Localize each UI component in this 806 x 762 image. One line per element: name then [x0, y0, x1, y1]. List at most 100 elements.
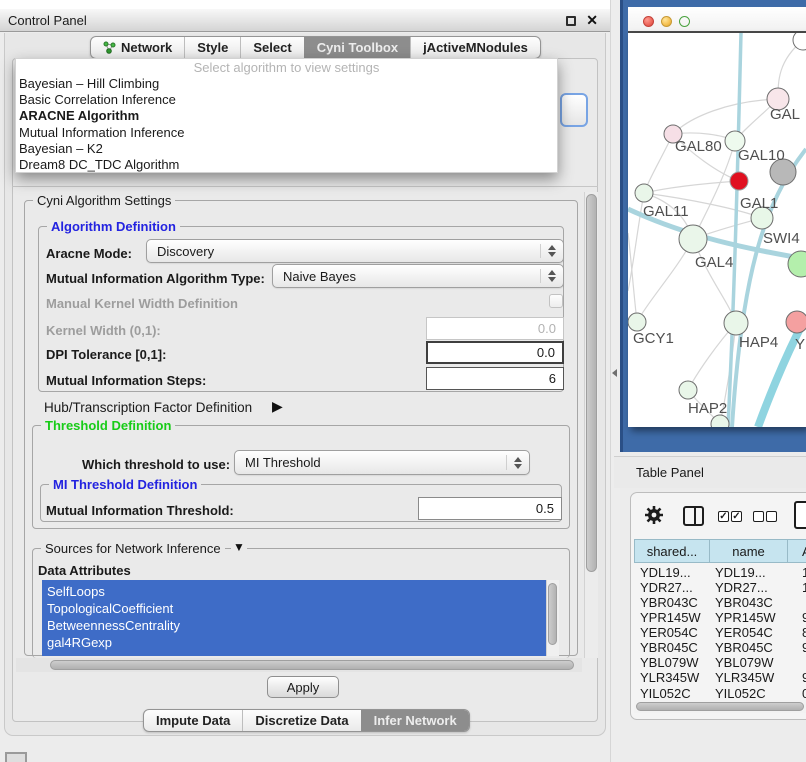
- menu-item-bayesian-k2[interactable]: Bayesian – K2: [16, 141, 557, 157]
- cell[interactable]: 9.: [788, 640, 806, 655]
- cell[interactable]: YDR27...: [634, 580, 709, 595]
- attribute-item[interactable]: gal4RGexp: [42, 634, 546, 651]
- cell[interactable]: YBL079W: [709, 655, 788, 670]
- node-salmon[interactable]: [786, 311, 806, 333]
- cell[interactable]: 13: [788, 565, 806, 580]
- tab-select[interactable]: Select: [240, 37, 303, 58]
- cell[interactable]: YER054C: [709, 625, 788, 640]
- gear-icon[interactable]: [644, 505, 664, 528]
- cell[interactable]: YBR043C: [709, 595, 788, 610]
- zoom-traffic-light-icon[interactable]: [679, 16, 690, 27]
- mi-steps-field[interactable]: 6: [426, 367, 564, 390]
- checked-checkbox-icon[interactable]: ✓: [718, 511, 729, 522]
- cell[interactable]: 9.: [788, 610, 806, 625]
- settings-vertical-scrollbar-thumb[interactable]: [586, 194, 597, 572]
- cell[interactable]: YLR345W: [709, 670, 788, 685]
- apply-button[interactable]: Apply: [267, 676, 339, 698]
- settings-horizontal-scrollbar[interactable]: [16, 658, 582, 672]
- settings-vertical-scrollbar[interactable]: [584, 192, 598, 658]
- table-row[interactable]: YBL079W YBL079W: [634, 655, 806, 670]
- manual-kernel-width-checkbox[interactable]: [549, 294, 563, 308]
- cell[interactable]: YPR145W: [709, 610, 788, 625]
- cell[interactable]: YPR145W: [634, 610, 709, 625]
- split-columns-icon[interactable]: [683, 506, 704, 526]
- close-traffic-light-icon[interactable]: [643, 16, 654, 27]
- attributes-scrollbar-thumb[interactable]: [548, 583, 557, 645]
- menu-item-bayesian-hill-climbing[interactable]: Bayesian – Hill Climbing: [16, 76, 557, 92]
- table-row[interactable]: YBR045C YBR045C 9.: [634, 640, 806, 655]
- kernel-width-field[interactable]: 0.0: [426, 317, 564, 340]
- cell[interactable]: YIL052C: [709, 687, 788, 700]
- network-canvas[interactable]: GAL GAL80 GAL10 GAL1 GAL11 SWI4 GAL4 GCY…: [628, 33, 806, 427]
- aracne-mode-combobox[interactable]: Discovery: [146, 239, 564, 263]
- hub-definition-label[interactable]: Hub/Transcription Factor Definition: [44, 400, 252, 415]
- node-gal11[interactable]: [635, 184, 653, 202]
- menu-item-mutual-information[interactable]: Mutual Information Inference: [16, 125, 557, 141]
- menu-item-dream8[interactable]: Dream8 DC_TDC Algorithm: [16, 157, 557, 173]
- column-header-partial[interactable]: A: [787, 539, 806, 563]
- table-row[interactable]: YPR145W YPR145W 9.: [634, 610, 806, 625]
- mi-threshold-field[interactable]: 0.5: [418, 497, 562, 520]
- network-window-titlebar[interactable]: [628, 7, 806, 33]
- close-icon[interactable]: ✕: [586, 12, 598, 29]
- tab-infer-network[interactable]: Infer Network: [361, 710, 469, 731]
- cell[interactable]: 8.: [788, 625, 806, 640]
- minimized-panel-icon[interactable]: [5, 752, 27, 762]
- tab-jactivemnodules[interactable]: jActiveMNodules: [410, 37, 540, 58]
- inference-algorithm-combobox-edge[interactable]: [560, 93, 588, 127]
- table-export-icon[interactable]: [794, 501, 806, 529]
- attribute-item[interactable]: SelfLoops: [42, 583, 546, 600]
- settings-horizontal-scrollbar-thumb[interactable]: [50, 660, 574, 670]
- table-row[interactable]: YDL19... YDL19... 13: [634, 565, 806, 580]
- table-row[interactable]: YLR345W YLR345W 9.: [634, 670, 806, 685]
- node-gal4[interactable]: [679, 225, 707, 253]
- unchecked-checkbox-icon[interactable]: [753, 511, 764, 522]
- node-gcy1[interactable]: [628, 313, 646, 331]
- table-row[interactable]: YDR27... YDR27... 12: [634, 580, 806, 595]
- attribute-item[interactable]: BetweennessCentrality: [42, 617, 546, 634]
- cell[interactable]: [788, 655, 806, 670]
- divider-grip-icon[interactable]: [612, 369, 617, 377]
- cell[interactable]: 0.: [788, 687, 806, 700]
- mi-algorithm-type-combobox[interactable]: Naive Bayes: [272, 264, 564, 288]
- cell[interactable]: YBR043C: [634, 595, 709, 610]
- attributes-scrollbar[interactable]: [546, 580, 559, 656]
- control-panel-titlebar[interactable]: Control Panel ✕: [0, 8, 610, 32]
- cell[interactable]: YBR045C: [709, 640, 788, 655]
- attribute-item[interactable]: TopologicalCoefficient: [42, 600, 546, 617]
- table-horizontal-scrollbar-thumb[interactable]: [636, 702, 804, 711]
- node-hap4[interactable]: [724, 311, 748, 335]
- checked-checkbox-icon[interactable]: ✓: [731, 511, 742, 522]
- float-window-icon[interactable]: [566, 16, 576, 26]
- cell[interactable]: YBL079W: [634, 655, 709, 670]
- panel-divider[interactable]: [610, 0, 620, 762]
- minimize-traffic-light-icon[interactable]: [661, 16, 672, 27]
- table-row[interactable]: YBR043C YBR043C: [634, 595, 806, 610]
- which-threshold-combobox[interactable]: MI Threshold: [234, 450, 530, 475]
- tab-cyni-toolbox[interactable]: Cyni Toolbox: [304, 37, 410, 58]
- cell[interactable]: YLR345W: [634, 670, 709, 685]
- menu-item-basic-correlation[interactable]: Basic Correlation Inference: [16, 92, 557, 108]
- node-red[interactable]: [730, 172, 748, 190]
- cell[interactable]: YDL19...: [709, 565, 788, 580]
- cell[interactable]: [788, 595, 806, 610]
- tab-network[interactable]: Network: [91, 37, 184, 58]
- unchecked-checkbox-icon[interactable]: [766, 511, 777, 522]
- collapse-arrow-icon[interactable]: ▼: [231, 540, 247, 554]
- column-header-name[interactable]: name: [709, 539, 788, 563]
- cell[interactable]: YIL052C: [634, 687, 709, 700]
- table-horizontal-scrollbar[interactable]: [634, 700, 806, 713]
- cell[interactable]: YDL19...: [634, 565, 709, 580]
- table-row[interactable]: YIL052C YIL052C 0.: [634, 687, 806, 700]
- cell[interactable]: YER054C: [634, 625, 709, 640]
- node-hap2[interactable]: [679, 381, 697, 399]
- expand-arrow-icon[interactable]: ▶: [272, 398, 283, 415]
- column-header-shared-name[interactable]: shared...: [634, 539, 710, 563]
- tab-style[interactable]: Style: [184, 37, 240, 58]
- tab-discretize-data[interactable]: Discretize Data: [242, 710, 360, 731]
- cell[interactable]: 12: [788, 580, 806, 595]
- cell[interactable]: YBR045C: [634, 640, 709, 655]
- table-row[interactable]: YER054C YER054C 8.: [634, 625, 806, 640]
- cell[interactable]: 9.: [788, 670, 806, 685]
- cell[interactable]: YDR27...: [709, 580, 788, 595]
